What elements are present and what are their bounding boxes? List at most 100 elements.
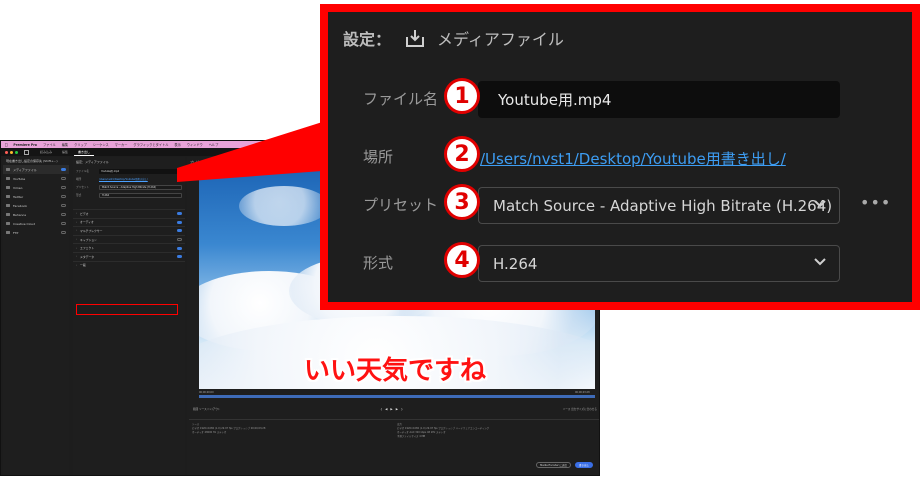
menubar-item[interactable]: シーケンス (93, 142, 109, 147)
tab-export[interactable]: 書き出し (74, 149, 95, 156)
location-link[interactable]: /Users/nvst1/Desktop/Youtube用書き出し/ (480, 148, 786, 169)
filename-input-small[interactable]: Youtube用.mp4 (99, 168, 182, 174)
zoom-row-filename: ファイル名 Youtube用.mp4 1 (328, 78, 912, 118)
menubar-item[interactable]: グラフィックとタイトル (133, 142, 168, 147)
destinations-panel: 現在書き出し設定の保存先 (Shift+...) メディアファイル YouTub… (3, 157, 69, 475)
section-video[interactable]: › ビデオ (73, 209, 185, 218)
preset-row: プリセット Match Source - Adaptive High Bitra… (73, 183, 185, 191)
apple-icon[interactable]:  (5, 142, 7, 147)
section-metadata[interactable]: › メタデータ (73, 251, 185, 261)
twitter-icon (6, 195, 10, 198)
export-button[interactable]: 書き出し (574, 462, 593, 468)
format-select[interactable]: H.264 (478, 245, 840, 282)
destination-ftp[interactable]: FTP (3, 228, 69, 237)
location-label: 場所 (363, 148, 394, 166)
scale-select[interactable]: 出力サイズに合わせる (571, 408, 597, 411)
settings-title: 設定：メディアファイル (76, 160, 109, 164)
location-link-small[interactable]: /Users/nvst1/Desktop/Youtube用書き出し/ (99, 177, 148, 181)
toggle-switch[interactable] (177, 246, 182, 250)
toggle-switch[interactable] (61, 186, 66, 189)
step-number-3: 3 (444, 184, 480, 220)
section-captions[interactable]: › キャプション (73, 234, 185, 244)
section-general[interactable]: › 一般 (73, 260, 185, 270)
filename-input[interactable]: Youtube用.mp4 (478, 81, 840, 118)
menubar-item[interactable]: 編集 (62, 142, 68, 147)
filename-row: ファイル名 Youtube用.mp4 (73, 167, 185, 175)
destination-creative-cloud[interactable]: Creative Cloud (3, 219, 69, 228)
toggle-switch[interactable] (177, 229, 182, 233)
toggle-switch[interactable] (177, 255, 182, 259)
tab-edit[interactable]: 編集 (58, 149, 72, 155)
youtube-icon (6, 177, 10, 180)
window-controls[interactable] (5, 150, 18, 154)
destination-vimeo[interactable]: Vimeo (3, 183, 69, 192)
menubar-item[interactable]: 表示 (174, 142, 180, 147)
toggle-switch[interactable] (61, 168, 66, 171)
destination-twitter[interactable]: Twitter (3, 192, 69, 201)
destinations-header: 現在書き出し設定の保存先 (Shift+...) (6, 159, 58, 163)
section-multiplexer[interactable]: › マルチプレクサー (73, 226, 185, 235)
media-file-label: メディアファイル (437, 30, 564, 49)
destination-behance[interactable]: Behance (3, 210, 69, 219)
send-to-media-encoder-button[interactable]: Media Encoder に送信 (536, 462, 571, 468)
bottom-buttons: Media Encoder に送信 書き出し (536, 462, 593, 468)
more-options-icon[interactable]: ••• (860, 195, 891, 211)
step-forward-icon[interactable]: ▶ (396, 407, 398, 411)
toggle-switch[interactable] (61, 231, 66, 234)
section-effects[interactable]: › エフェクト (73, 243, 185, 252)
menubar-item[interactable]: マーカー (115, 142, 128, 147)
mark-out-icon[interactable]: } (401, 407, 403, 411)
toggle-switch[interactable] (61, 204, 66, 207)
format-label: 形式 (363, 254, 394, 272)
zoom-source-highlight (76, 304, 178, 315)
toggle-switch[interactable] (177, 212, 182, 216)
destination-youtube[interactable]: YouTube (3, 174, 69, 183)
ftp-icon (6, 231, 10, 234)
zoom-callout: 設定： メディアファイル ファイル名 Youtube用.mp4 1 場所 /Us… (320, 4, 920, 310)
toggle-switch[interactable] (61, 213, 66, 216)
playback-controls: 範囲 ソースイン/アウト { ◀ ▶ ▶ } ソース 出力サイズに合わせる (193, 407, 597, 411)
timeline-scrubber[interactable] (199, 395, 595, 398)
toggle-switch[interactable] (177, 238, 182, 242)
zoom-settings-panel: 設定： メディアファイル ファイル名 Youtube用.mp4 1 場所 /Us… (328, 12, 912, 302)
menubar-item[interactable]: ヘルプ (209, 142, 219, 147)
timecode-start: 00;00;00;00 (199, 391, 214, 394)
transport-buttons: { ◀ ▶ ▶ } (380, 407, 403, 411)
range-select[interactable]: ソースイン/アウト (199, 408, 221, 411)
timecode-end: 00;00;03;28 (575, 391, 590, 394)
toggle-switch[interactable] (61, 222, 66, 225)
destination-media-file[interactable]: メディアファイル (3, 165, 69, 174)
mark-in-icon[interactable]: { (380, 407, 382, 411)
zoom-row-preset: プリセット Match Source - Adaptive High Bitra… (328, 184, 912, 224)
zoom-row-location: 場所 /Users/nvst1/Desktop/Youtube用書き出し/ 2 (328, 136, 912, 176)
tab-import[interactable]: 読み込み (36, 149, 56, 155)
zoom-header: 設定： メディアファイル (343, 26, 564, 50)
play-icon[interactable]: ▶ (390, 407, 392, 411)
format-select-small[interactable]: H.264 (99, 192, 182, 198)
settings-label: 設定： (343, 30, 392, 49)
chevron-down-icon (814, 200, 826, 208)
home-icon[interactable] (24, 149, 29, 155)
download-icon (406, 30, 425, 47)
toggle-switch[interactable] (61, 195, 66, 198)
zoom-row-format: 形式 H.264 4 (328, 242, 912, 282)
toggle-switch[interactable] (177, 220, 182, 224)
chevron-down-icon (814, 258, 826, 266)
step-back-icon[interactable]: ◀ (385, 407, 387, 411)
menubar-item[interactable]: ウィンドウ (187, 142, 203, 147)
section-audio[interactable]: › オーディオ (73, 217, 185, 227)
location-row: 場所 /Users/nvst1/Desktop/Youtube用書き出し/ (76, 177, 148, 181)
toggle-switch[interactable] (61, 177, 66, 180)
step-number-1: 1 (444, 78, 480, 114)
preset-select[interactable]: Match Source - Adaptive High Bitrate (H.… (478, 187, 840, 224)
menubar-item[interactable]: クリップ (74, 142, 87, 147)
menubar-item[interactable]: ファイル (43, 142, 56, 147)
preset-select-small[interactable]: Match Source - Adaptive High Bitrate (H.… (99, 184, 182, 190)
video-caption: いい天気ですね (304, 356, 487, 386)
creative-cloud-icon (6, 222, 10, 225)
menubar-app-name[interactable]: Premiere Pro (13, 143, 37, 147)
step-number-4: 4 (444, 242, 480, 278)
filename-label: ファイル名 (363, 90, 439, 108)
destination-facebook[interactable]: Facebook (3, 201, 69, 210)
behance-icon (6, 213, 10, 216)
